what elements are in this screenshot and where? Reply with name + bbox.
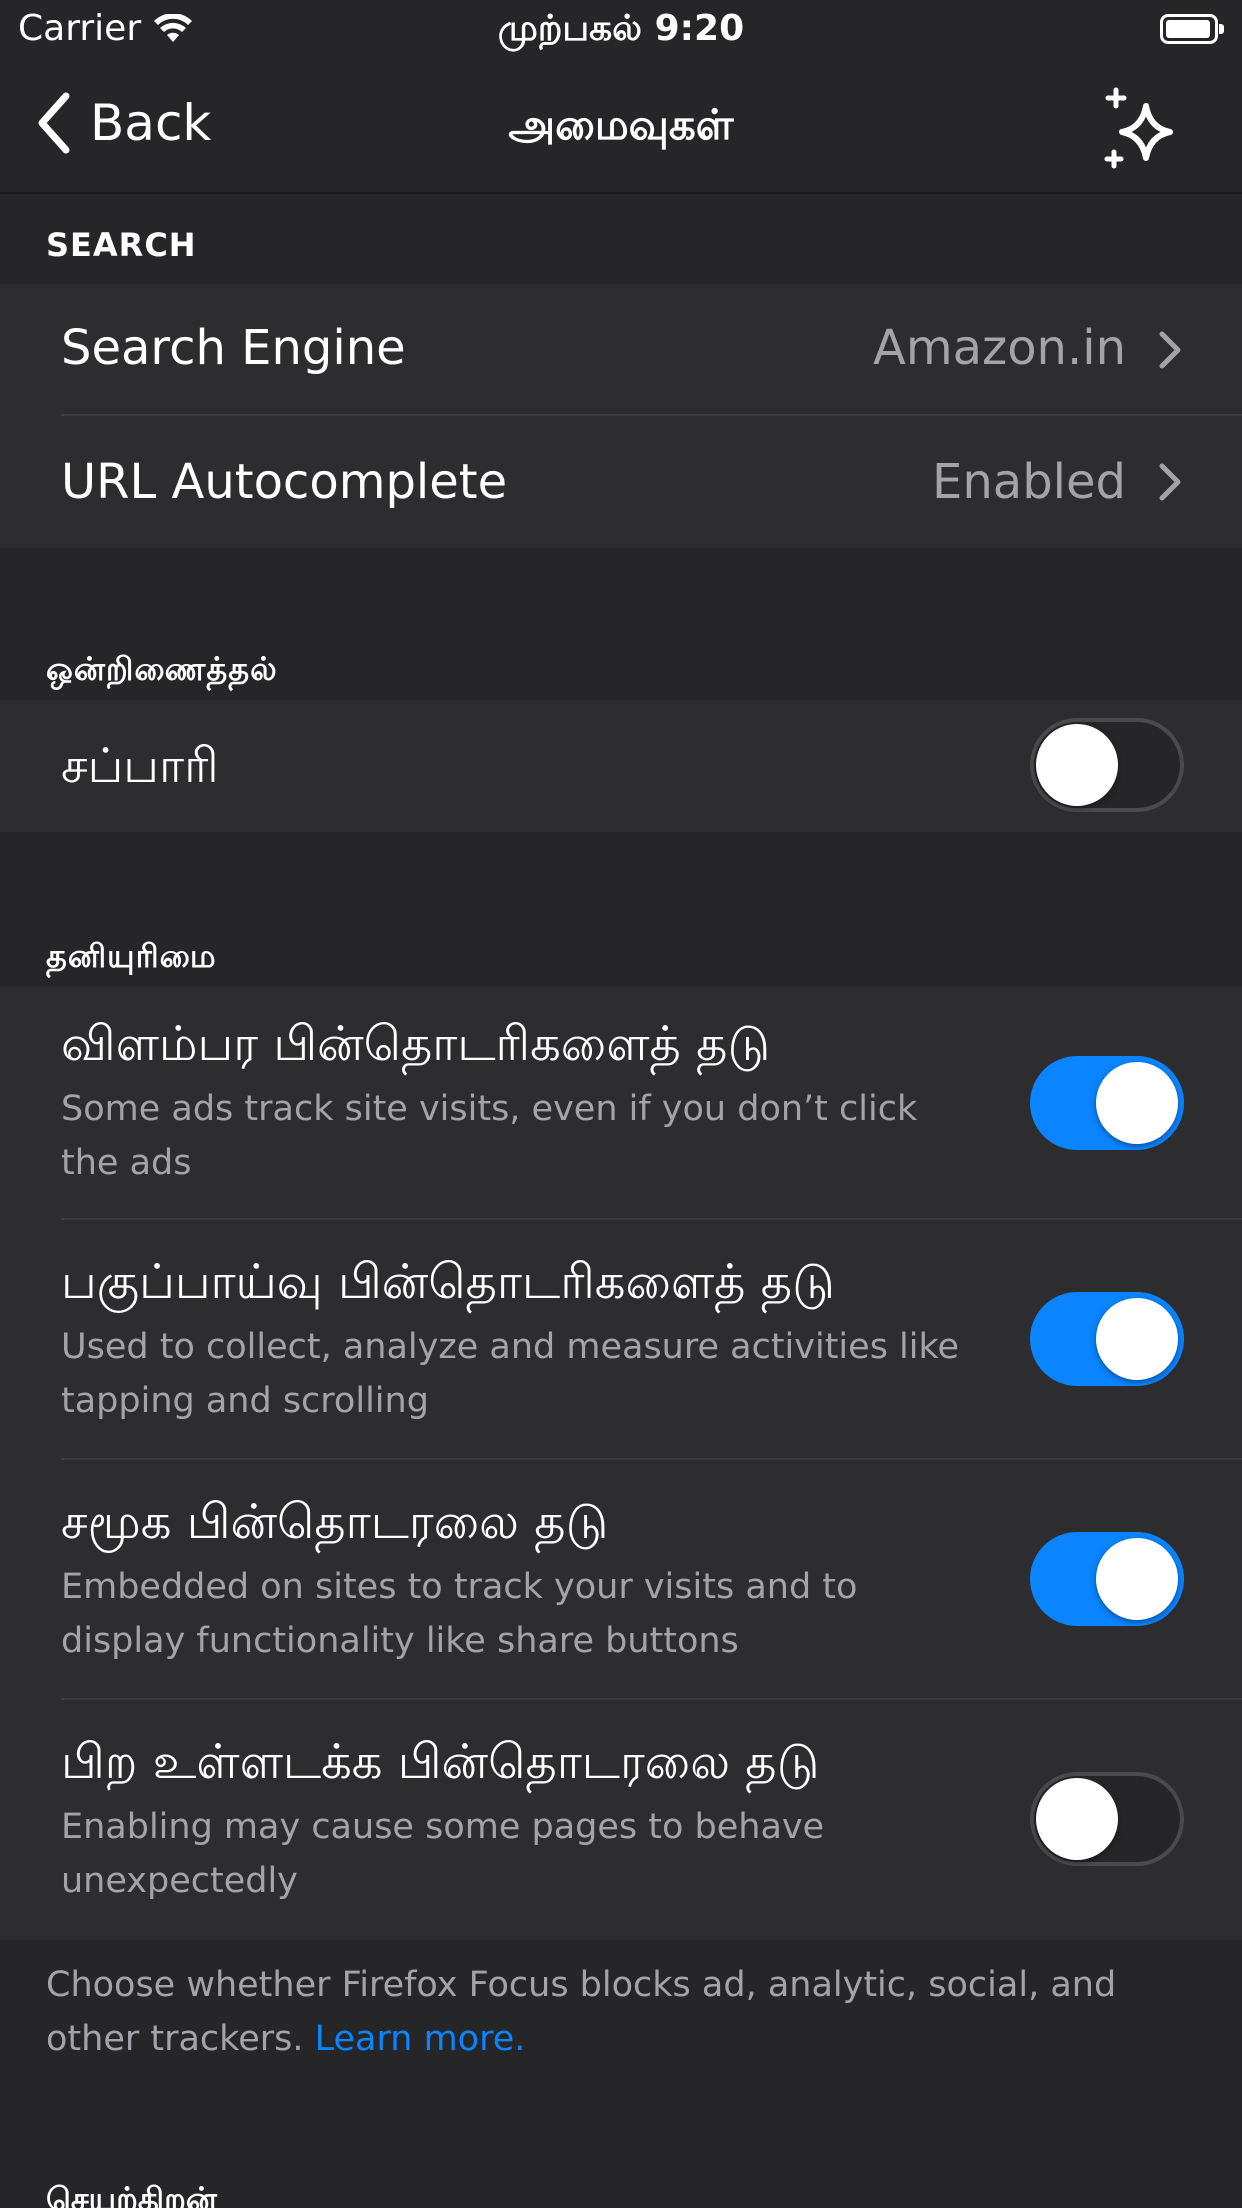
block-other-trackers-toggle[interactable] [1030, 1772, 1184, 1866]
chevron-right-icon [1159, 331, 1181, 369]
section-header-privacy: தனியுரிமை [46, 937, 217, 975]
block-other-trackers-label: பிற உள்ளடக்க பின்தொடரலை தடு [61, 1734, 820, 1790]
block-ad-trackers-description: Some ads track site visits, even if you … [61, 1089, 918, 1183]
safari-row: சப்பாரி [0, 700, 1242, 832]
safari-toggle[interactable] [1030, 718, 1184, 812]
block-analytic-trackers-label: பகுப்பாய்வு பின்தொடரிகளைத் தடு [61, 1254, 835, 1310]
battery-icon [1160, 14, 1224, 44]
block-other-trackers-description: Enabling may cause some pages to behave … [61, 1807, 825, 1901]
status-bar: Carrier முற்பகல் 9:20 [0, 0, 1242, 64]
block-social-trackers-description: Embedded on sites to track your visits a… [61, 1567, 858, 1661]
url-autocomplete-row[interactable]: URL Autocomplete Enabled [0, 416, 1242, 548]
block-analytic-trackers-description: Used to collect, analyze and measure act… [61, 1327, 960, 1421]
block-social-trackers-row: சமூக பின்தொடரலை தடு Embedded on sites to… [0, 1460, 1242, 1700]
sparkle-icon[interactable] [1102, 86, 1186, 170]
search-engine-label: Search Engine [61, 320, 406, 376]
settings-screen: Carrier முற்பகல் 9:20 Back அமைவுகள் SEAR… [0, 0, 1242, 2208]
section-header-search: SEARCH [46, 226, 197, 264]
navigation-bar: Back அமைவுகள் [0, 64, 1242, 194]
status-time: முற்பகல் 9:20 [497, 8, 745, 49]
section-header-performance: செயற்திறன் [46, 2180, 217, 2208]
integration-settings-group: சப்பாரி [0, 700, 1242, 832]
url-autocomplete-value: Enabled [932, 454, 1126, 510]
learn-more-link[interactable]: Learn more. [315, 2019, 526, 2059]
block-social-trackers-label: சமூக பின்தொடரலை தடு [61, 1494, 609, 1550]
privacy-footer: Choose whether Firefox Focus blocks ad, … [46, 1958, 1196, 2066]
block-social-trackers-toggle[interactable] [1030, 1532, 1184, 1626]
privacy-settings-group: விளம்பர பின்தொடரிகளைத் தடு Some ads trac… [0, 986, 1242, 1940]
block-ad-trackers-label: விளம்பர பின்தொடரிகளைத் தடு [61, 1016, 771, 1072]
url-autocomplete-label: URL Autocomplete [61, 454, 508, 510]
section-header-integration: ஒன்றிணைத்தல் [46, 650, 278, 688]
safari-label: சப்பாரி [61, 738, 219, 794]
privacy-footer-text: Choose whether Firefox Focus blocks ad, … [46, 1965, 1117, 2059]
block-ad-trackers-toggle[interactable] [1030, 1056, 1184, 1150]
block-other-trackers-row: பிற உள்ளடக்க பின்தொடரலை தடு Enabling may… [0, 1700, 1242, 1940]
search-engine-value: Amazon.in [872, 320, 1126, 376]
block-analytic-trackers-row: பகுப்பாய்வு பின்தொடரிகளைத் தடு Used to c… [0, 1220, 1242, 1460]
chevron-right-icon [1159, 463, 1181, 501]
search-engine-row[interactable]: Search Engine Amazon.in [0, 284, 1242, 416]
search-settings-group: Search Engine Amazon.in URL Autocomplete… [0, 284, 1242, 548]
page-title: அமைவுகள் [508, 100, 734, 149]
block-analytic-trackers-toggle[interactable] [1030, 1292, 1184, 1386]
block-ad-trackers-row: விளம்பர பின்தொடரிகளைத் தடு Some ads trac… [0, 986, 1242, 1220]
